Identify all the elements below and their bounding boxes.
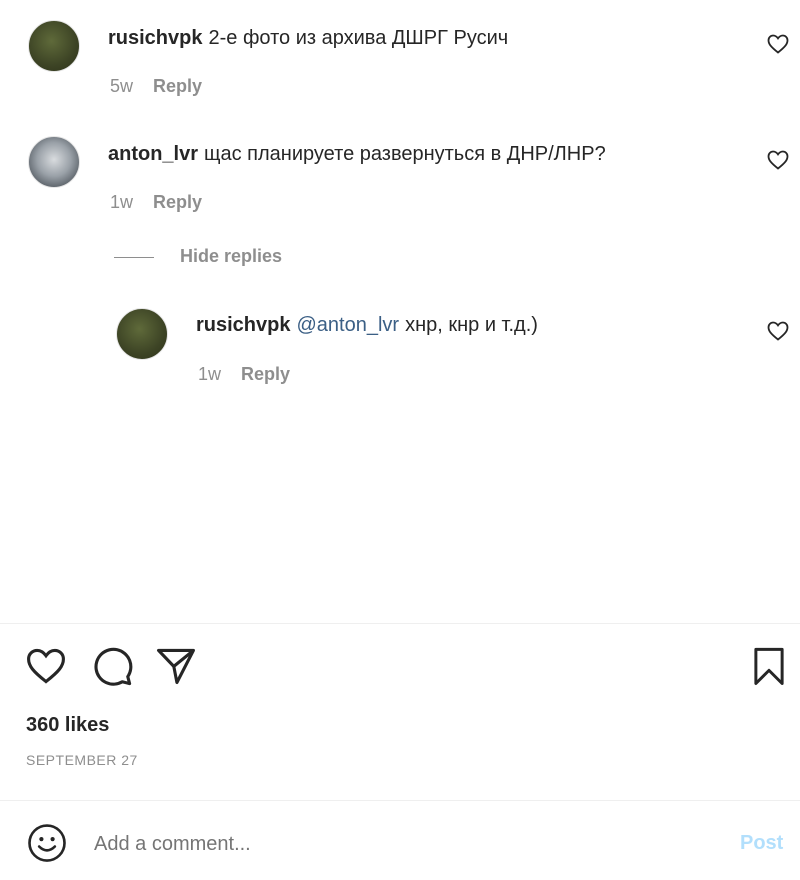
avatar[interactable] [28, 20, 80, 72]
comment-age: 5w [110, 76, 134, 96]
heart-icon[interactable] [766, 319, 790, 343]
comment-username[interactable]: rusichvpk [196, 314, 290, 336]
comment-text: rusichvpk @anton_lvr хнр, кнр и т.д.) [196, 313, 538, 337]
comment-text: anton_lvr щас планируете развернуться в Д… [108, 142, 606, 166]
heart-icon[interactable] [24, 644, 68, 688]
comment-icon[interactable] [90, 644, 134, 688]
post-date: SEPTEMBER 27 [26, 752, 138, 768]
emoji-icon[interactable] [26, 822, 68, 864]
reply-button[interactable]: Reply [153, 76, 202, 96]
comment-age: 1w [198, 364, 222, 384]
comment-meta: 1w Reply [198, 364, 290, 385]
reply-button[interactable]: Reply [153, 192, 202, 212]
reply-button[interactable]: Reply [241, 364, 290, 384]
avatar[interactable] [116, 308, 168, 360]
hide-replies-label: Hide replies [180, 246, 283, 266]
comment-meta: 5w Reply [110, 76, 202, 97]
section-divider [0, 800, 800, 801]
comment-body: хнр, кнр и т.д.) [405, 314, 538, 336]
comment-age: 1w [110, 192, 134, 212]
heart-icon[interactable] [766, 148, 790, 172]
comment-body: 2-е фото из архива ДШРГ Русич [208, 27, 509, 49]
bookmark-icon[interactable] [748, 644, 790, 688]
hide-replies-line [114, 256, 154, 258]
avatar[interactable] [28, 136, 80, 188]
likes-count[interactable]: 360 likes [26, 714, 109, 737]
comment-username[interactable]: rusichvpk [108, 27, 202, 49]
comment-username[interactable]: anton_lvr [108, 143, 198, 165]
section-divider [0, 623, 800, 624]
comment-text: rusichvpk 2-е фото из архива ДШРГ Русич [108, 26, 508, 50]
comment-body: щас планируете развернуться в ДНР/ЛНР? [204, 143, 606, 165]
share-icon[interactable] [154, 644, 198, 688]
post-button[interactable]: Post [740, 832, 783, 855]
comment-input[interactable] [92, 832, 696, 857]
hide-replies-button[interactable]: Hide replies [114, 246, 282, 267]
heart-icon[interactable] [766, 32, 790, 56]
mention-link[interactable]: @anton_lvr [296, 314, 399, 336]
comment-meta: 1w Reply [110, 192, 202, 213]
